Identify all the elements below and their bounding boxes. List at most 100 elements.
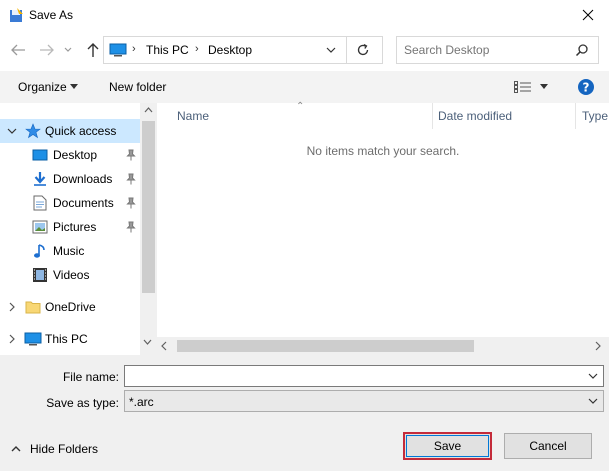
cancel-button[interactable]: Cancel	[504, 433, 592, 459]
file-name-combobox[interactable]	[124, 365, 604, 387]
forward-button[interactable]	[36, 38, 58, 62]
save-as-app-icon	[8, 7, 24, 23]
pin-icon[interactable]	[126, 221, 136, 233]
star-icon	[25, 123, 41, 139]
view-details-icon[interactable]	[514, 81, 532, 93]
column-divider[interactable]	[432, 103, 433, 129]
address-divider	[346, 37, 347, 63]
breadcrumb-this-pc[interactable]: This PC	[146, 43, 189, 57]
caret-down-icon[interactable]	[540, 84, 548, 89]
breadcrumb-separator[interactable]: ›	[195, 43, 199, 55]
chevron-down-icon[interactable]	[588, 395, 598, 407]
file-list-pane[interactable]: ⌃ Name Date modified Type No items match…	[157, 101, 609, 355]
arrow-up-icon	[87, 43, 99, 57]
address-history-dropdown[interactable]	[326, 43, 340, 57]
nav-item-desktop[interactable]: Desktop	[0, 143, 140, 167]
breadcrumb-desktop[interactable]: Desktop	[208, 43, 252, 57]
search-input[interactable]	[404, 43, 569, 57]
nav-label: This PC	[45, 332, 88, 346]
arrow-left-icon	[11, 44, 25, 56]
pin-icon[interactable]	[126, 173, 136, 185]
chevron-right-icon[interactable]	[6, 333, 18, 345]
scroll-left-arrow[interactable]	[161, 341, 167, 351]
search-box[interactable]	[396, 36, 599, 64]
new-folder-button[interactable]: New folder	[109, 80, 166, 94]
videos-icon	[33, 268, 47, 282]
close-icon	[582, 9, 593, 21]
address-bar[interactable]: › This PC › Desktop	[103, 36, 383, 64]
scroll-thumb[interactable]	[142, 121, 155, 293]
nav-vertical-scrollbar[interactable]	[140, 103, 157, 355]
pin-icon[interactable]	[126, 149, 136, 161]
close-button[interactable]	[566, 0, 609, 30]
nav-label: Desktop	[53, 148, 98, 162]
horizontal-scrollbar[interactable]	[157, 337, 609, 355]
sort-caret-icon: ⌃	[296, 101, 305, 112]
refresh-button[interactable]	[356, 43, 370, 57]
hide-folders-label: Hide Folders	[30, 442, 99, 456]
chevron-expanded-icon[interactable]	[6, 125, 18, 137]
save-button[interactable]: Save	[403, 432, 492, 460]
pin-icon[interactable]	[126, 197, 136, 209]
scroll-thumb[interactable]	[177, 340, 474, 352]
documents-icon	[33, 195, 47, 211]
desktop-icon	[32, 149, 48, 161]
folder-icon	[25, 301, 41, 314]
nav-label: Pictures	[53, 220, 97, 234]
nav-label: Videos	[53, 268, 90, 282]
navigation-pane: Quick access Desktop Downloads Documents	[0, 103, 157, 355]
nav-label: Music	[53, 244, 85, 258]
focus-ring	[406, 435, 489, 457]
svg-text:?: ?	[583, 81, 590, 95]
command-toolbar: Organize New folder ?	[0, 71, 609, 103]
nav-this-pc[interactable]: This PC	[0, 327, 140, 351]
file-name-label: File name:	[62, 370, 119, 384]
file-name-input[interactable]	[128, 368, 578, 384]
nav-quick-access[interactable]: Quick access	[0, 119, 140, 143]
column-header-type[interactable]: Type	[582, 109, 608, 123]
pictures-icon	[32, 220, 48, 234]
empty-results-message: No items match your search.	[306, 144, 460, 158]
up-button[interactable]	[82, 38, 104, 62]
title-bar: Save As	[0, 0, 609, 30]
recent-locations-button[interactable]	[61, 38, 75, 62]
nav-item-videos[interactable]: Videos	[0, 263, 140, 287]
window-title: Save As	[29, 8, 74, 22]
help-icon[interactable]: ?	[576, 77, 596, 97]
this-pc-icon	[24, 332, 42, 346]
save-as-type-value: *.arc	[129, 395, 154, 409]
scroll-right-arrow[interactable]	[595, 341, 601, 351]
music-icon	[34, 244, 45, 258]
chevron-right-icon[interactable]	[6, 301, 18, 313]
nav-item-music[interactable]: Music	[0, 239, 140, 263]
arrow-right-icon	[40, 44, 54, 56]
column-header-date-modified[interactable]: Date modified	[438, 109, 512, 123]
chevron-up-icon	[11, 446, 21, 452]
column-divider[interactable]	[575, 103, 576, 129]
nav-onedrive[interactable]: OneDrive	[0, 295, 140, 319]
chevron-down-icon	[326, 47, 336, 53]
this-pc-icon	[109, 43, 127, 57]
refresh-icon	[357, 43, 369, 56]
save-as-type-select[interactable]: *.arc	[124, 390, 604, 412]
chevron-down-icon	[64, 47, 72, 52]
search-icon[interactable]	[575, 43, 589, 57]
back-button[interactable]	[7, 38, 29, 62]
save-as-type-label: Save as type:	[46, 396, 119, 410]
nav-item-downloads[interactable]: Downloads	[0, 167, 140, 191]
download-icon	[34, 172, 46, 186]
save-options-panel: File name: Save as type: *.arc Hide Fold…	[0, 355, 609, 471]
scroll-down-arrow[interactable]	[143, 339, 152, 345]
scroll-up-arrow[interactable]	[144, 107, 153, 113]
cancel-button-label: Cancel	[529, 439, 567, 453]
caret-down-icon[interactable]	[70, 84, 78, 89]
column-header-name[interactable]: Name	[177, 109, 209, 123]
nav-item-pictures[interactable]: Pictures	[0, 215, 140, 239]
nav-label: OneDrive	[45, 300, 96, 314]
nav-label: Downloads	[53, 172, 113, 186]
organize-menu[interactable]: Organize	[18, 80, 67, 94]
nav-label: Documents	[53, 196, 114, 210]
nav-item-documents[interactable]: Documents	[0, 191, 140, 215]
chevron-down-icon[interactable]	[588, 370, 598, 382]
breadcrumb-separator[interactable]: ›	[132, 43, 136, 55]
